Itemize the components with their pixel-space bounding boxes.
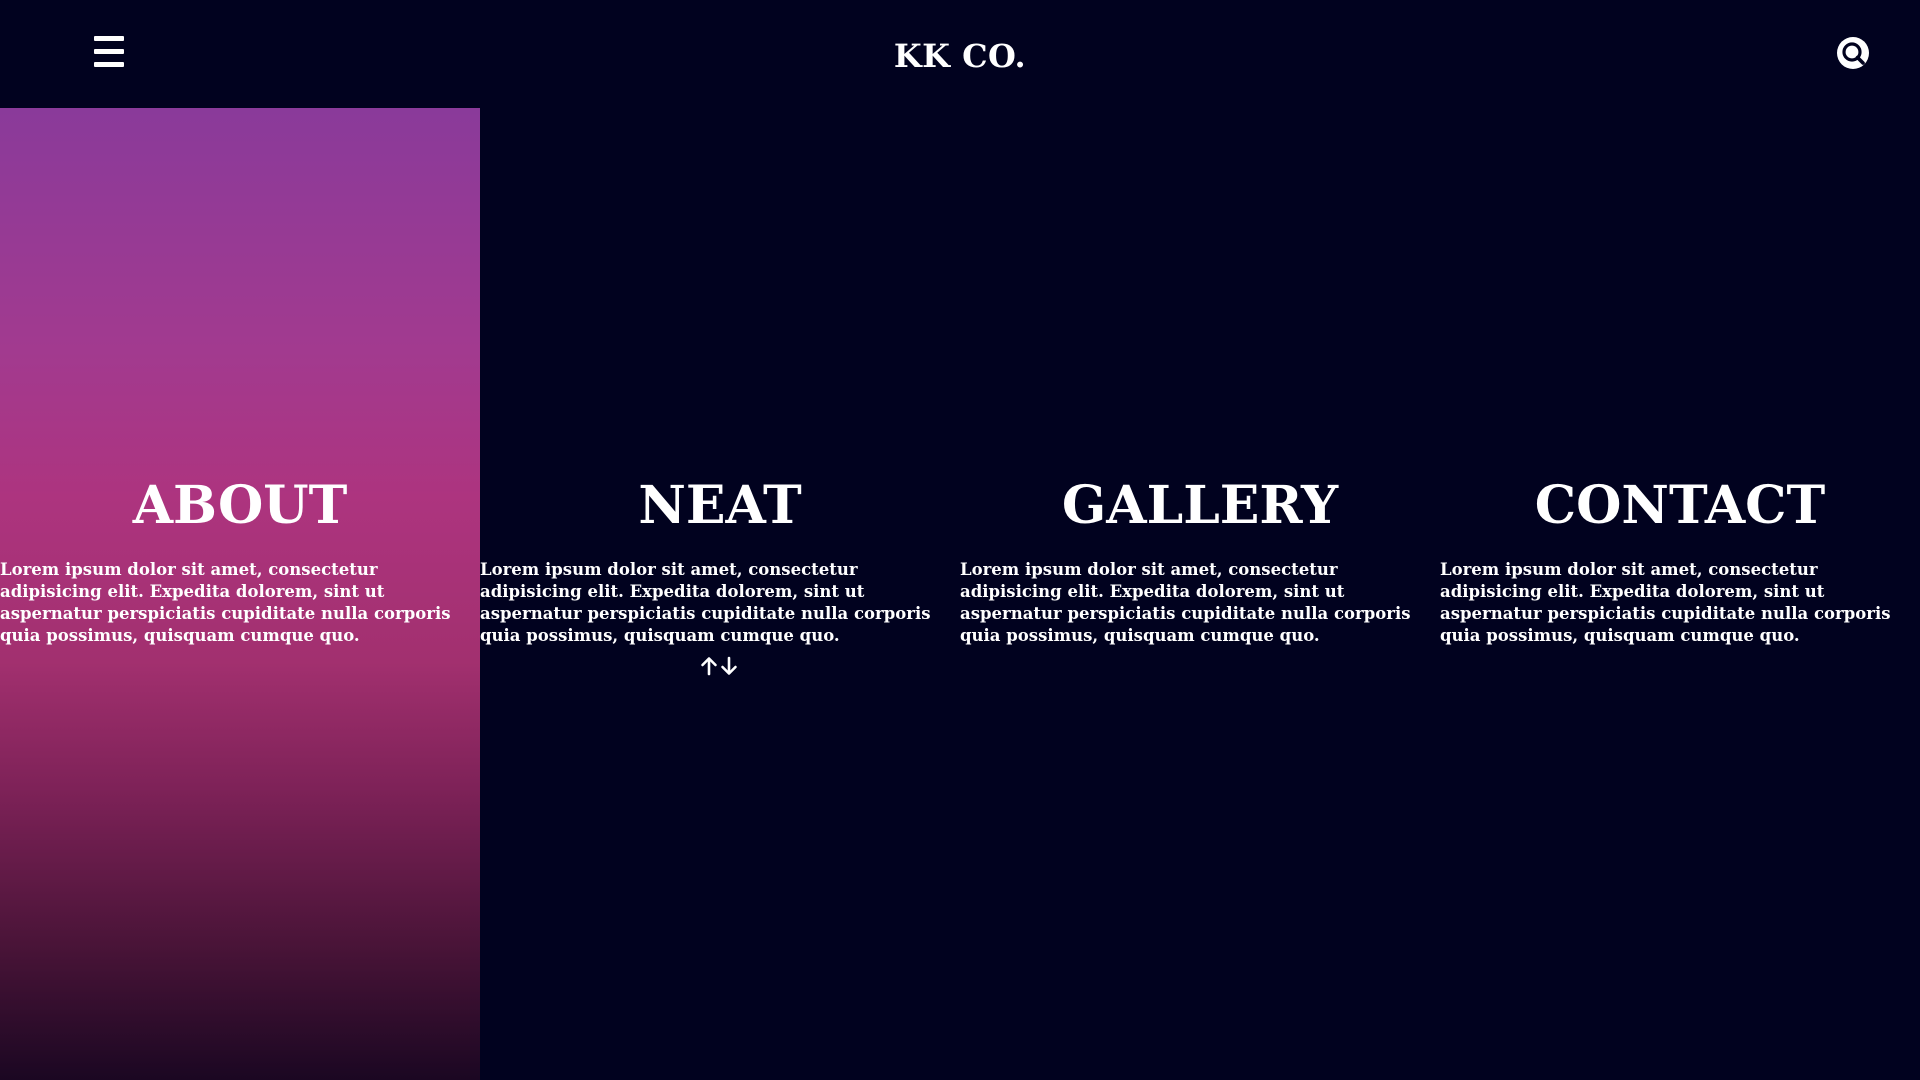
panel-text: Lorem ipsum dolor sit amet, consectetur …: [0, 560, 451, 645]
panel-text: Lorem ipsum dolor sit amet, consectetur …: [1440, 560, 1891, 645]
top-navigation-bar: KK CO.: [0, 0, 1920, 108]
panel-text: Lorem ipsum dolor sit amet, consectetur …: [480, 560, 931, 645]
panel-contact[interactable]: CONTACT Lorem ipsum dolor sit amet, cons…: [1440, 108, 1920, 1080]
brand-logo[interactable]: KK CO.: [0, 34, 1920, 78]
panel-title: CONTACT: [1534, 475, 1826, 536]
section-panels: ABOUT Lorem ipsum dolor sit amet, consec…: [0, 108, 1920, 1080]
panel-about[interactable]: ABOUT Lorem ipsum dolor sit amet, consec…: [0, 108, 480, 1080]
up-down-arrows-icon[interactable]: [698, 655, 742, 677]
panel-gallery[interactable]: GALLERY Lorem ipsum dolor sit amet, cons…: [960, 108, 1440, 1080]
panel-title: NEAT: [638, 475, 802, 536]
panel-title: GALLERY: [1061, 475, 1339, 536]
panel-text: Lorem ipsum dolor sit amet, consectetur …: [960, 560, 1411, 645]
search-icon[interactable]: [1836, 36, 1870, 70]
panel-neat[interactable]: NEAT Lorem ipsum dolor sit amet, consect…: [480, 108, 960, 1080]
panel-title: ABOUT: [132, 475, 348, 536]
